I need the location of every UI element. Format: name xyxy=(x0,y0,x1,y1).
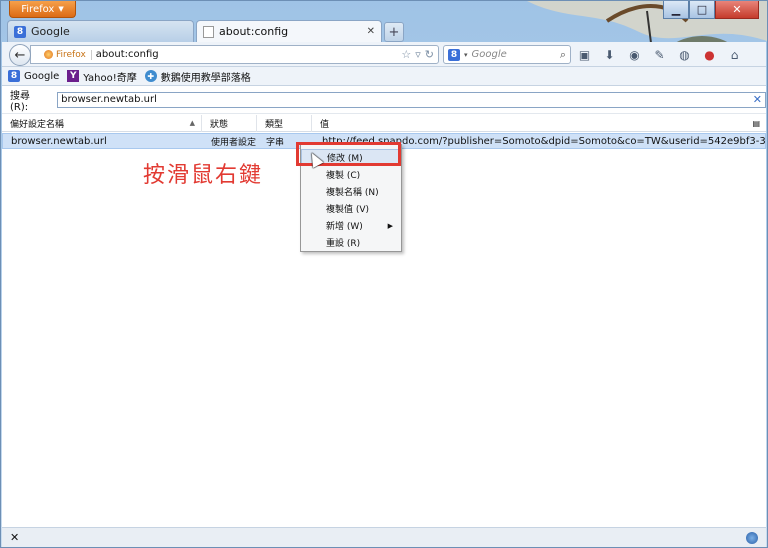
tab-title: Google xyxy=(31,25,70,38)
menu-item-label: 複製值 (V) xyxy=(326,205,370,215)
pref-name: browser.newtab.url xyxy=(11,135,107,147)
prefs-table-header: 偏好設定名稱 ▲ 狀態 類型 值 ▤ xyxy=(2,114,766,132)
bookmark-star-icon[interactable]: ☆ xyxy=(401,48,411,61)
bookmark-label: 數鵝使用教學部落格 xyxy=(160,72,251,84)
window-controls: ▁ □ ✕ xyxy=(663,1,759,19)
filter-input[interactable]: browser.newtab.url ✕ xyxy=(57,91,766,108)
bookmark-label: Google xyxy=(24,70,60,82)
menu-item-reset[interactable]: 重設 (R) xyxy=(301,234,401,251)
column-header-status[interactable]: 狀態 xyxy=(202,114,257,132)
page-icon xyxy=(203,25,214,38)
submenu-arrow-icon: ▶ xyxy=(387,221,393,230)
yahoo-favicon-icon: Y xyxy=(67,70,80,82)
bookmark-yahoo[interactable]: Y Yahoo!奇摩 xyxy=(67,69,137,84)
filter-label: 搜尋 (R): xyxy=(10,90,30,113)
column-name-label: 偏好設定名稱 xyxy=(10,119,65,130)
column-type-label: 類型 xyxy=(265,119,284,130)
home-icon[interactable]: ⌂ xyxy=(726,46,743,63)
firefox-menu-button[interactable]: Firefox ▼ xyxy=(9,1,76,18)
engine-dropdown-icon[interactable]: ▾ xyxy=(464,51,468,59)
maximize-button[interactable]: □ xyxy=(689,1,715,19)
tab-about-config[interactable]: about:config ✕ xyxy=(196,20,382,42)
back-button[interactable]: ← xyxy=(9,44,31,66)
blog-favicon-icon: ✚ xyxy=(144,70,157,82)
chevron-down-icon: ▼ xyxy=(58,5,64,13)
firefox-menu-label: Firefox xyxy=(21,3,55,15)
tab-strip: 8 Google about:config ✕ + xyxy=(7,20,404,42)
back-arrow-icon: ← xyxy=(14,47,26,63)
minimize-button[interactable]: ▁ xyxy=(663,1,689,19)
column-status-label: 狀態 xyxy=(210,119,229,130)
close-addon-bar-icon[interactable]: ✕ xyxy=(10,531,19,544)
screenshot-icon[interactable]: ▣ xyxy=(576,46,593,63)
column-header-value[interactable]: 值 ▤ xyxy=(312,115,766,132)
addon-icon[interactable]: ◉ xyxy=(626,46,643,63)
google-favicon-icon: 8 xyxy=(14,25,26,38)
annotation-text: 按滑鼠右鍵 xyxy=(143,163,264,188)
addon-bar: ✕ xyxy=(2,527,766,547)
history-dropdown-icon[interactable]: ▿ xyxy=(415,48,421,61)
filter-row: 搜尋 (R): browser.newtab.url ✕ xyxy=(2,86,766,114)
toolbar-icons: ▣ ⬇ ◉ ✎ ◍ ● ⌂ xyxy=(576,46,743,63)
menu-item-copy[interactable]: 複製 (C) xyxy=(301,166,401,183)
google-engine-icon[interactable]: 8 xyxy=(448,48,460,61)
bookmarks-toolbar: 8 Google Y Yahoo!奇摩 ✚ 數鵝使用教學部落格 xyxy=(2,67,766,85)
menu-item-label: 複製 (C) xyxy=(326,171,361,181)
bookmark-blog[interactable]: ✚ 數鵝使用教學部落格 xyxy=(144,69,251,84)
menu-item-copy-value[interactable]: 複製值 (V) xyxy=(301,200,401,217)
column-header-type[interactable]: 類型 xyxy=(257,114,312,132)
addon-3-icon[interactable]: ◍ xyxy=(676,46,693,63)
identity-label: Firefox xyxy=(56,49,86,60)
clear-filter-icon[interactable]: ✕ xyxy=(753,93,762,106)
menu-item-label: 修改 (M) xyxy=(327,154,363,164)
about-config-page: 搜尋 (R): browser.newtab.url ✕ 偏好設定名稱 ▲ 狀態… xyxy=(2,85,766,527)
search-placeholder: Google xyxy=(471,49,507,60)
bookmark-google[interactable]: 8 Google xyxy=(8,70,59,82)
url-text: about:config xyxy=(95,49,159,60)
menu-item-copy-name[interactable]: 複製名稱 (N) xyxy=(301,183,401,200)
new-tab-button[interactable]: + xyxy=(384,22,404,42)
tab-google[interactable]: 8 Google xyxy=(7,20,194,42)
menu-item-label: 複製名稱 (N) xyxy=(326,188,379,198)
window-close-button[interactable]: ✕ xyxy=(715,1,759,19)
firefox-icon xyxy=(44,50,53,59)
menu-item-new[interactable]: 新增 (W) ▶ xyxy=(301,217,401,234)
navigation-bar: Firefox about:config ☆ ▿ ↻ ← 8 ▾ Google … xyxy=(2,42,766,67)
menu-item-label: 新增 (W) xyxy=(326,222,363,232)
column-value-label: 值 xyxy=(320,119,330,130)
browser-window: Firefox ▼ ▁ □ ✕ 8 Google about:config ✕ … xyxy=(0,0,768,548)
globe-icon[interactable] xyxy=(746,531,758,544)
column-picker-icon[interactable]: ▤ xyxy=(752,119,760,128)
bookmark-label: Yahoo!奇摩 xyxy=(83,72,137,84)
pref-status: 使用者設定 xyxy=(211,137,257,148)
tab-title: about:config xyxy=(219,25,289,38)
google-favicon-icon: 8 xyxy=(8,70,20,82)
menu-item-label: 重設 (R) xyxy=(326,239,361,249)
search-magnifier-icon[interactable]: ⌕ xyxy=(560,48,566,62)
identity-box[interactable]: Firefox xyxy=(44,49,92,60)
sort-ascending-icon: ▲ xyxy=(189,119,195,127)
column-header-name[interactable]: 偏好設定名稱 ▲ xyxy=(2,114,202,132)
download-icon[interactable]: ⬇ xyxy=(601,46,618,63)
adblock-icon[interactable]: ● xyxy=(701,46,718,63)
search-bar[interactable]: 8 ▾ Google ⌕ xyxy=(443,45,571,64)
url-bar[interactable]: Firefox about:config ☆ ▿ ↻ xyxy=(30,45,439,64)
tab-close-icon[interactable]: ✕ xyxy=(367,26,375,37)
filter-value: browser.newtab.url xyxy=(61,94,157,105)
addon-2-icon[interactable]: ✎ xyxy=(651,46,668,63)
reload-icon[interactable]: ↻ xyxy=(425,48,434,61)
